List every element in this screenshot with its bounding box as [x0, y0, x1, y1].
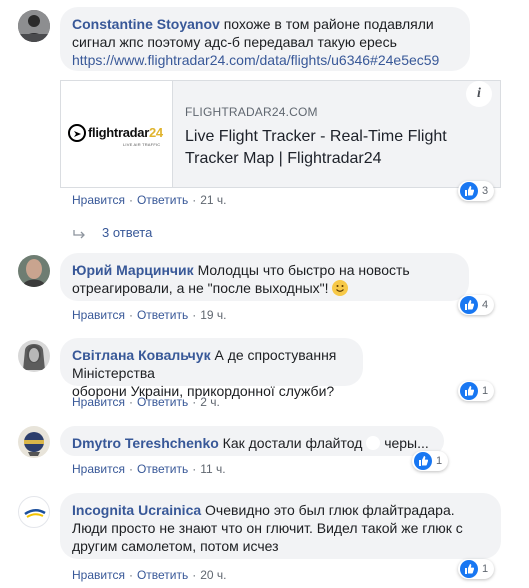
reaction-count-value: 1	[482, 563, 489, 575]
info-button[interactable]: i	[466, 81, 492, 107]
avatar[interactable]	[18, 255, 50, 287]
thumbs-up-icon	[414, 452, 432, 470]
avatar-photo-icon	[18, 426, 50, 458]
reaction-count-value: 1	[436, 455, 443, 467]
comment-time[interactable]: 11 ч.	[200, 462, 225, 476]
logo-tagline: LIVE AIR TRAFFIC	[123, 142, 161, 147]
avatar-photo-icon	[18, 255, 50, 287]
comment-link[interactable]: https://www.flightradar24.com/data/fligh…	[72, 52, 439, 68]
comment-text: Молодцы что быстро на новость	[197, 262, 410, 278]
separator: ·	[128, 308, 133, 322]
comment-2: Юрий Марцинчик Молодцы что быстро на нов…	[0, 250, 529, 330]
comment-5: Incognita Ucrainica Очевидно это был глю…	[0, 488, 529, 588]
logo-text: flightradar	[88, 125, 149, 140]
comment-author[interactable]: Constantine Stoyanov	[72, 16, 220, 32]
comment-bubble: Constantine Stoyanov похоже в том районе…	[60, 7, 470, 71]
separator: ·	[192, 308, 197, 322]
reply-button[interactable]: Ответить	[137, 193, 188, 207]
comment-bubble: Світлана Ковальчук А де спростування Мін…	[60, 338, 363, 399]
reply-button[interactable]: Ответить	[137, 568, 188, 582]
avatar-photo-icon	[18, 340, 50, 372]
comment-author[interactable]: Incognita Ucrainica	[72, 502, 201, 518]
reaction-count-value: 4	[482, 299, 489, 311]
thumbs-up-icon	[460, 382, 478, 400]
comment-text: сигнал жпс поэтому адс-б передавал такую…	[72, 34, 397, 50]
comment-author[interactable]: Світлана Ковальчук	[72, 347, 211, 363]
comment-text: черы...	[384, 435, 429, 451]
separator: ·	[192, 395, 197, 409]
avatar-photo-icon	[18, 10, 50, 42]
avatar[interactable]	[18, 340, 50, 372]
comment-text: Как достали флайтод	[222, 435, 363, 451]
comment-actions: Нравится · Ответить · 11 ч.	[72, 462, 226, 476]
comment-time[interactable]: 2 ч.	[200, 395, 220, 409]
comment-actions: Нравится · Ответить · 2 ч.	[72, 395, 220, 409]
airline-logo-icon	[24, 509, 46, 518]
separator: ·	[128, 395, 133, 409]
card-title[interactable]: Live Flight Tracker - Real-Time Flight T…	[185, 126, 447, 170]
comment-actions: Нравится · Ответить · 20 ч.	[72, 568, 227, 582]
separator: ·	[192, 462, 197, 476]
comment-3: Світлана Ковальчук А де спростування Мін…	[0, 335, 529, 415]
comment-text: Люди просто не знают что он глючит. Виде…	[72, 520, 463, 536]
reply-button[interactable]: Ответить	[137, 308, 188, 322]
separator: ·	[192, 568, 197, 582]
thumbs-up-icon	[460, 296, 478, 314]
reaction-count[interactable]: 1	[412, 451, 449, 471]
reply-arrow-icon	[73, 229, 85, 239]
like-button[interactable]: Нравится	[72, 193, 125, 207]
like-button[interactable]: Нравится	[72, 308, 125, 322]
link-preview-card[interactable]: flightradar24 LIVE AIR TRAFFIC FLIGHTRAD…	[60, 80, 501, 188]
logo-wordmark: flightradar24	[88, 125, 163, 140]
card-title-line: Tracker Map | Flightradar24	[185, 150, 382, 167]
comment-time[interactable]: 19 ч.	[200, 308, 226, 322]
separator: ·	[192, 193, 197, 207]
like-button[interactable]: Нравится	[72, 568, 125, 582]
reaction-count-value: 3	[482, 185, 489, 197]
comment-actions: Нравится · Ответить · 21 ч.	[72, 193, 227, 207]
comment-1: Constantine Stoyanov похоже в том районе…	[0, 0, 529, 250]
comment-4: Dmytro Tereshchenko Как достали флайтод …	[0, 420, 529, 480]
reaction-count[interactable]: 3	[458, 181, 495, 201]
like-button[interactable]: Нравится	[72, 395, 125, 409]
comment-text: другим самолетом, потом исчез	[72, 538, 279, 554]
view-replies-label: 3 ответа	[102, 225, 153, 240]
card-logo-area: flightradar24 LIVE AIR TRAFFIC	[61, 81, 173, 187]
thumbs-up-icon	[460, 182, 478, 200]
reaction-count[interactable]: 4	[458, 295, 495, 315]
card-title-line: Live Flight Tracker - Real-Time Flight	[185, 128, 447, 145]
comment-bubble: Dmytro Tereshchenko Как достали флайтод …	[60, 426, 444, 456]
comment-actions: Нравится · Ответить · 19 ч.	[72, 308, 227, 322]
info-icon: i	[477, 86, 481, 101]
comment-author[interactable]: Dmytro Tereshchenko	[72, 435, 219, 451]
comment-text: Очевидно это был глюк флайтрадара.	[205, 502, 455, 518]
reaction-count[interactable]: 1	[458, 559, 495, 579]
avatar[interactable]	[18, 496, 50, 528]
avatar[interactable]	[18, 10, 50, 42]
hover-cursor-circle	[366, 436, 381, 450]
smile-emoji-icon	[332, 280, 349, 296]
separator: ·	[128, 568, 133, 582]
reply-button[interactable]: Ответить	[137, 395, 188, 409]
reaction-count[interactable]: 1	[458, 381, 495, 401]
avatar[interactable]	[18, 426, 50, 458]
comment-time[interactable]: 20 ч.	[200, 568, 226, 582]
separator: ·	[128, 462, 133, 476]
reply-button[interactable]: Ответить	[137, 462, 188, 476]
separator: ·	[128, 193, 133, 207]
comment-text: отреагировали, а не "после выходных"!	[72, 280, 329, 296]
comment-author[interactable]: Юрий Марцинчик	[72, 262, 194, 278]
comment-text: похоже в том районе подавляли	[223, 16, 434, 32]
card-domain: FLIGHTRADAR24.COM	[185, 105, 318, 119]
logo-number: 24	[148, 125, 163, 140]
thumbs-up-icon	[460, 560, 478, 578]
like-button[interactable]: Нравится	[72, 462, 125, 476]
comment-time[interactable]: 21 ч.	[200, 193, 226, 207]
comment-bubble: Юрий Марцинчик Молодцы что быстро на нов…	[60, 253, 469, 301]
comment-bubble: Incognita Ucrainica Очевидно это был глю…	[60, 493, 501, 559]
reaction-count-value: 1	[482, 385, 489, 397]
view-replies-link[interactable]: 3 ответа	[72, 225, 152, 240]
